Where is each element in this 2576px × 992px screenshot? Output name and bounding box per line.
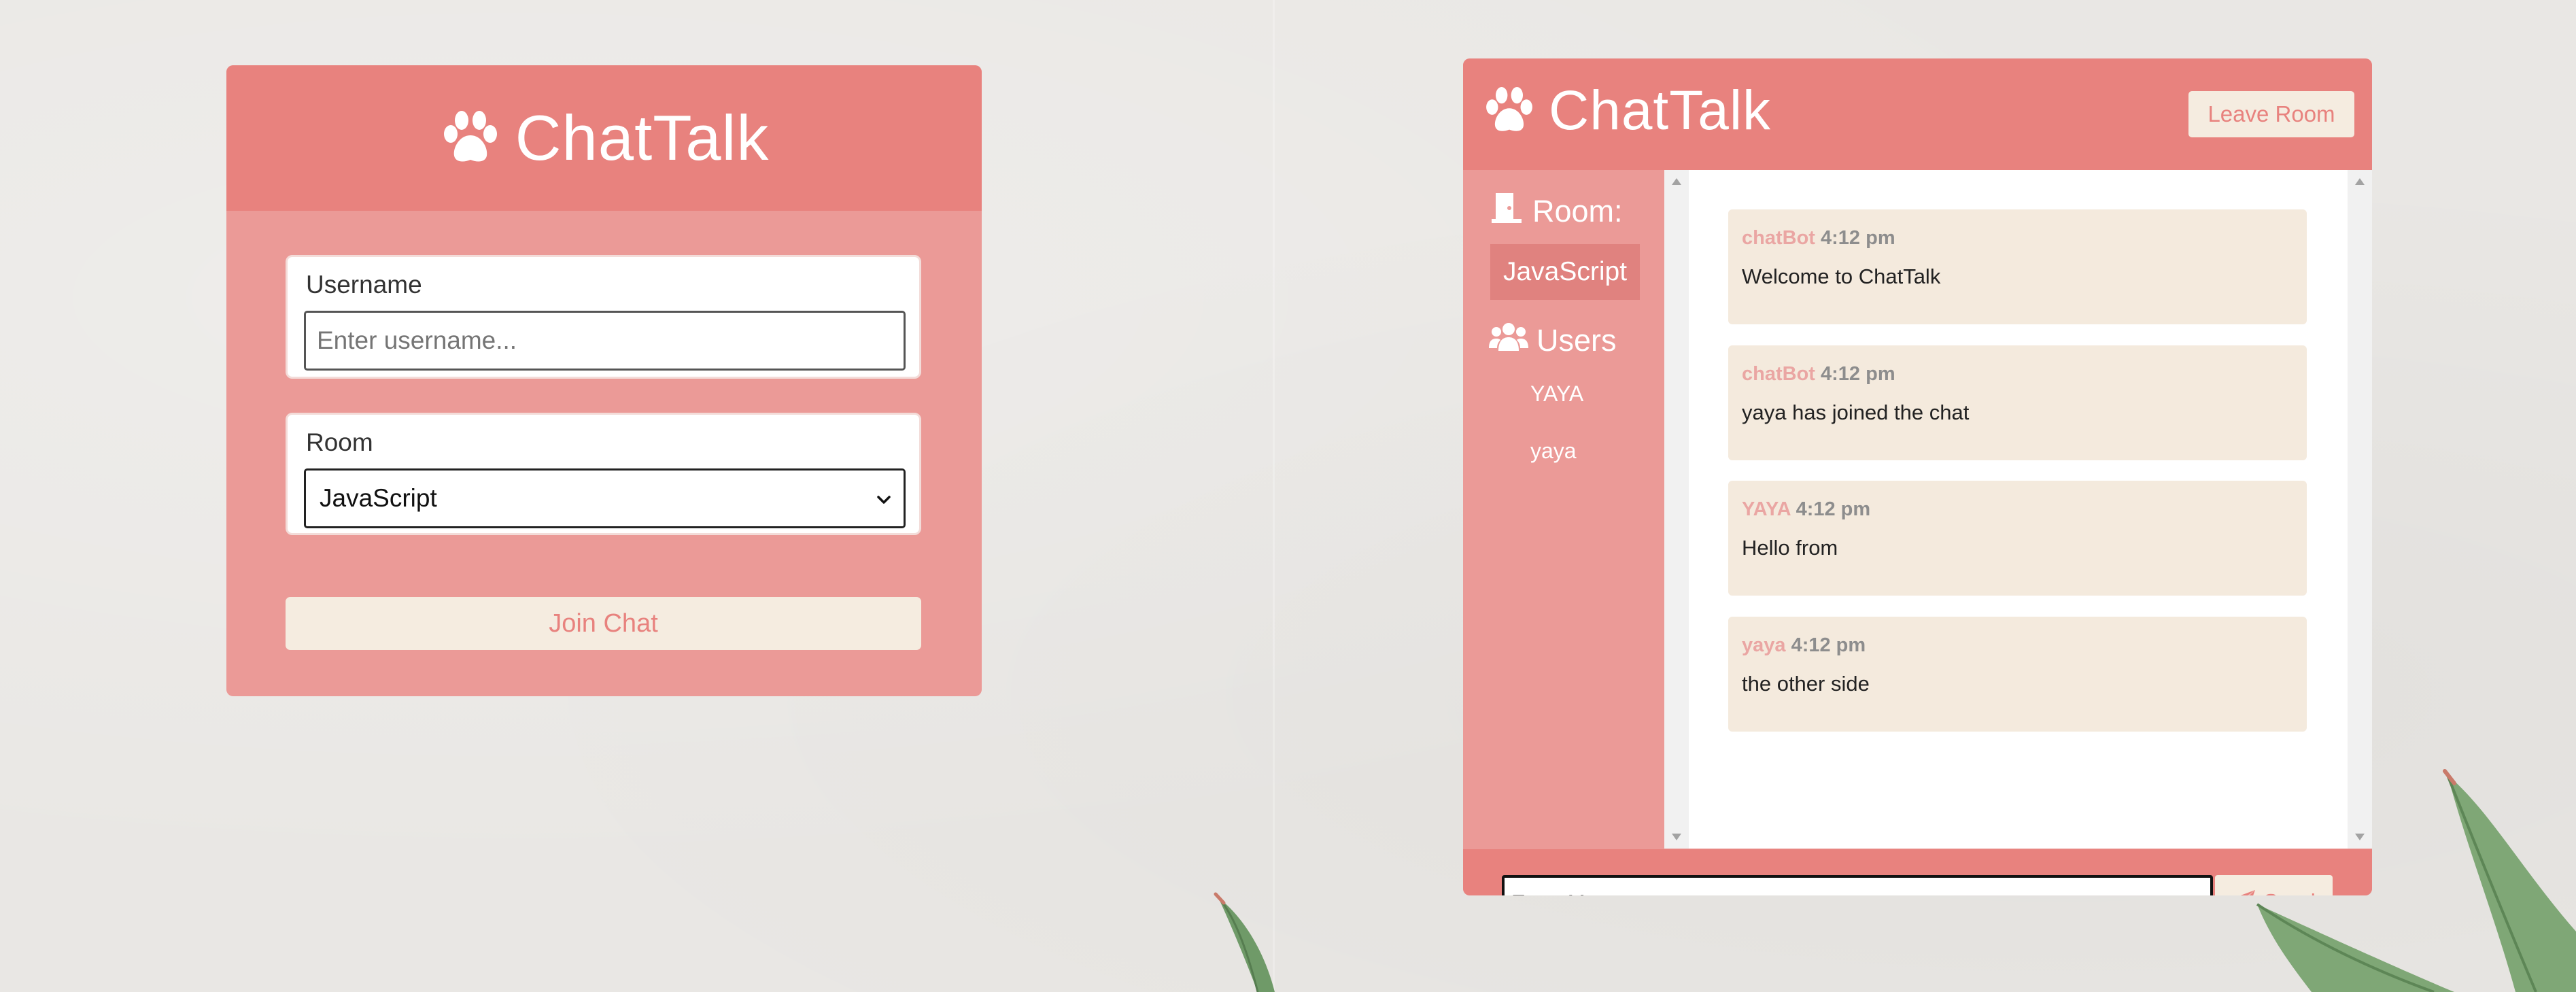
room-heading-label: Room:	[1532, 193, 1623, 228]
join-chat-button[interactable]: Join Chat	[286, 597, 921, 650]
scroll-up-arrow-icon[interactable]	[2355, 178, 2365, 185]
paw-icon	[1482, 84, 1536, 138]
user-list-item: YAYA	[1530, 381, 1584, 406]
room-select-value: JavaScript	[320, 484, 437, 512]
chat-message: chatBot 4:12 pm Welcome to ChatTalk	[1728, 209, 2307, 324]
room-label: Room	[306, 428, 373, 456]
username-input[interactable]	[304, 311, 906, 371]
message-time: 4:12 pm	[1791, 634, 1866, 656]
message-text: the other side	[1742, 672, 1870, 696]
room-group: Room JavaScript	[286, 413, 921, 535]
chat-window: ChatTalk Leave Room Room: JavaScript Use…	[1463, 58, 2372, 895]
scroll-up-arrow-icon[interactable]	[1672, 178, 1681, 185]
chat-brand: ChatTalk	[1482, 79, 1771, 143]
message-time: 4:12 pm	[1821, 227, 1895, 249]
send-button[interactable]: Send	[2215, 875, 2333, 895]
current-room-name: JavaScript	[1490, 244, 1640, 300]
message-text: Hello from	[1742, 536, 1838, 560]
users-heading-label: Users	[1536, 322, 1617, 358]
message-meta: chatBot 4:12 pm	[1742, 363, 1895, 386]
message-time: 4:12 pm	[1821, 363, 1895, 385]
message-author: YAYA	[1742, 498, 1791, 520]
chat-message: yaya 4:12 pm the other side	[1728, 617, 2307, 732]
users-icon	[1489, 321, 1528, 360]
message-meta: YAYA 4:12 pm	[1742, 498, 1870, 521]
chat-title: ChatTalk	[1549, 80, 1772, 141]
message-author: chatBot	[1742, 227, 1815, 249]
chat-header: ChatTalk Leave Room	[1463, 58, 2372, 170]
message-time: 4:12 pm	[1796, 498, 1871, 520]
user-list-item: yaya	[1530, 439, 1577, 463]
message-meta: chatBot 4:12 pm	[1742, 227, 1895, 250]
username-label: Username	[306, 271, 422, 298]
join-header: ChatTalk	[226, 65, 982, 211]
paper-plane-icon	[2232, 889, 2256, 895]
chevron-down-icon	[875, 488, 893, 517]
send-button-label: Send	[2263, 889, 2316, 896]
messages-scrollbar[interactable]	[2348, 170, 2372, 849]
chat-message: chatBot 4:12 pm yaya has joined the chat	[1728, 345, 2307, 460]
message-text: Welcome to ChatTalk	[1742, 264, 1941, 288]
screen-divider	[1273, 0, 1275, 992]
message-meta: yaya 4:12 pm	[1742, 634, 1866, 657]
chat-sidebar: Room: JavaScript Users YAYA yaya	[1463, 170, 1664, 850]
chat-message: YAYA 4:12 pm Hello from	[1728, 481, 2307, 596]
messages-area[interactable]: chatBot 4:12 pm Welcome to ChatTalk chat…	[1664, 170, 2372, 849]
message-author: chatBot	[1742, 363, 1815, 385]
room-heading: Room:	[1489, 190, 1623, 232]
room-select[interactable]: JavaScript	[304, 468, 906, 528]
paw-icon	[439, 108, 502, 169]
message-author: yaya	[1742, 634, 1786, 656]
app-title: ChatTalk	[515, 102, 770, 173]
join-brand: ChatTalk	[439, 101, 770, 175]
sidebar-scrollbar[interactable]	[1664, 170, 1689, 849]
scroll-down-arrow-icon[interactable]	[1672, 834, 1681, 840]
leave-room-button[interactable]: Leave Room	[2188, 91, 2354, 137]
join-card: ChatTalk Username Room JavaScript Join C…	[226, 65, 982, 696]
username-group: Username	[286, 255, 921, 379]
users-heading: Users	[1489, 321, 1617, 360]
door-icon	[1489, 190, 1524, 232]
message-input[interactable]	[1502, 875, 2213, 895]
scroll-down-arrow-icon[interactable]	[2355, 834, 2365, 840]
chat-footer: Send	[1463, 849, 2372, 895]
message-text: yaya has joined the chat	[1742, 400, 1970, 424]
